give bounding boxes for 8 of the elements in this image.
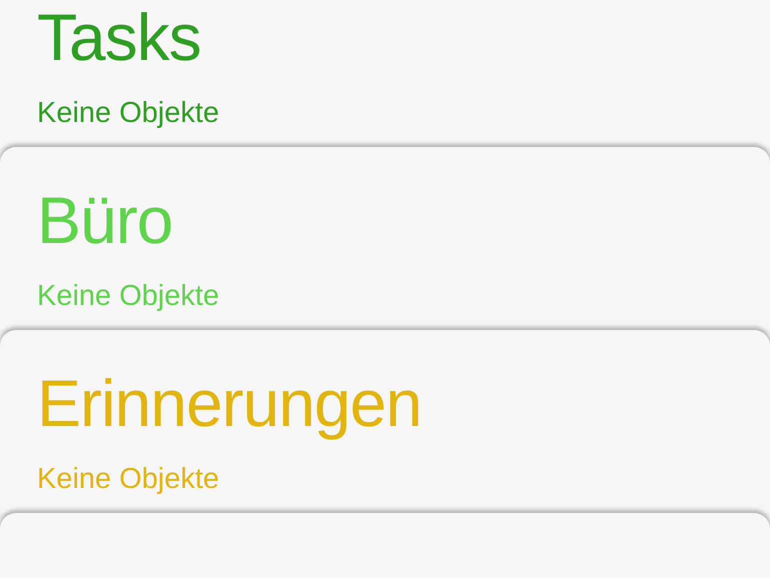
list-title: Tasks <box>37 4 201 70</box>
list-card[interactable]: Tasks Keine Objekte <box>0 0 770 147</box>
item-count: Keine Objekte <box>37 463 220 495</box>
list-title: Büro <box>37 187 172 253</box>
item-count: Keine Objekte <box>37 280 220 312</box>
item-count: Keine Objekte <box>37 97 220 129</box>
list-card[interactable]: Erinnerungen Keine Objekte <box>0 330 770 513</box>
list-card[interactable]: Büro Keine Objekte <box>0 147 770 330</box>
